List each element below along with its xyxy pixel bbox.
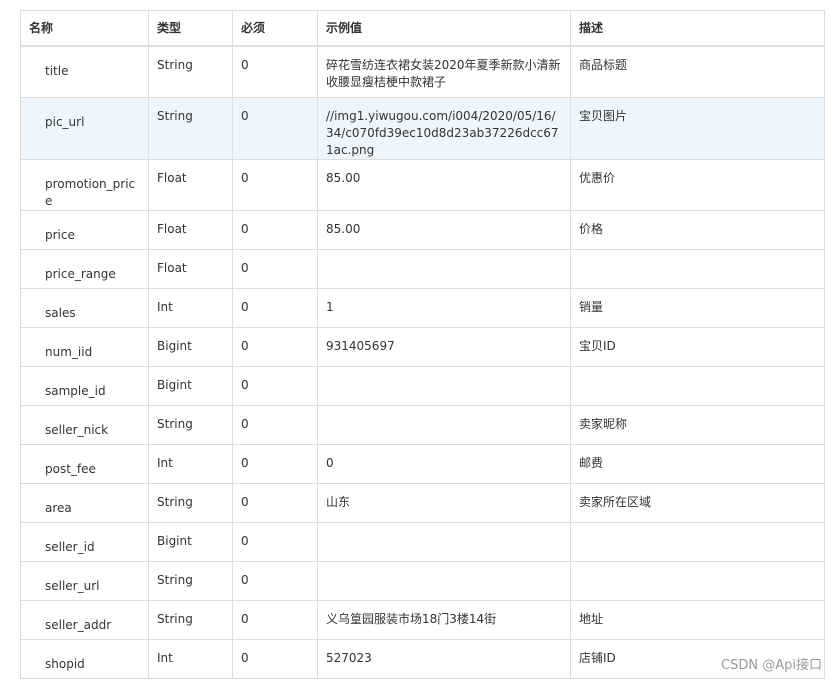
cell-required: 0 <box>232 326 318 367</box>
cell-type: String <box>148 482 233 523</box>
cell-type: String <box>148 45 233 98</box>
response-params-table: 名称 类型 必须 示例值 描述 title String 0 碎花雪纺连衣裙女装… <box>20 10 825 679</box>
table-row: sample_id Bigint 0 <box>20 365 825 406</box>
cell-type: Float <box>148 248 233 289</box>
cell-example <box>317 404 571 445</box>
cell-name: title <box>20 45 149 98</box>
cell-required: 0 <box>232 96 318 160</box>
header-type: 类型 <box>148 10 233 47</box>
table-row: sales Int 0 1 销量 <box>20 287 825 328</box>
cell-example: 山东 <box>317 482 571 523</box>
cell-required: 0 <box>232 521 318 562</box>
cell-description <box>570 560 825 601</box>
cell-required: 0 <box>232 482 318 523</box>
cell-name: promotion_price <box>20 158 149 211</box>
cell-name: area <box>20 482 149 523</box>
cell-description: 优惠价 <box>570 158 825 211</box>
cell-required: 0 <box>232 365 318 406</box>
cell-description <box>570 365 825 406</box>
cell-required: 0 <box>232 45 318 98</box>
table-row: title String 0 碎花雪纺连衣裙女装2020年夏季新款小清新收腰显瘦… <box>20 45 825 98</box>
cell-description: 地址 <box>570 599 825 640</box>
cell-name: sales <box>20 287 149 328</box>
header-name: 名称 <box>20 10 149 47</box>
cell-example: 931405697 <box>317 326 571 367</box>
cell-name: num_iid <box>20 326 149 367</box>
cell-type: String <box>148 96 233 160</box>
page: 名称 类型 必须 示例值 描述 title String 0 碎花雪纺连衣裙女装… <box>0 0 835 682</box>
table-row: price Float 0 85.00 价格 <box>20 209 825 250</box>
cell-description: 价格 <box>570 209 825 250</box>
cell-description: 商品标题 <box>570 45 825 98</box>
cell-type: Int <box>148 638 233 679</box>
header-example: 示例值 <box>317 10 571 47</box>
cell-example <box>317 560 571 601</box>
header-required: 必须 <box>232 10 318 47</box>
cell-description: 宝贝图片 <box>570 96 825 160</box>
cell-example: 碎花雪纺连衣裙女装2020年夏季新款小清新收腰显瘦桔梗中款裙子 <box>317 45 571 98</box>
cell-description <box>570 248 825 289</box>
header-description: 描述 <box>570 10 825 47</box>
cell-required: 0 <box>232 248 318 289</box>
cell-description: 卖家昵称 <box>570 404 825 445</box>
cell-type: String <box>148 599 233 640</box>
cell-type: Bigint <box>148 521 233 562</box>
table-header-row: 名称 类型 必须 示例值 描述 <box>20 10 825 47</box>
cell-required: 0 <box>232 158 318 211</box>
cell-description: 卖家所在区域 <box>570 482 825 523</box>
cell-name: seller_url <box>20 560 149 601</box>
table-row: price_range Float 0 <box>20 248 825 289</box>
cell-example: 527023 <box>317 638 571 679</box>
cell-name: price_range <box>20 248 149 289</box>
cell-name: post_fee <box>20 443 149 484</box>
cell-required: 0 <box>232 560 318 601</box>
cell-example: 85.00 <box>317 209 571 250</box>
table-row: post_fee Int 0 0 邮费 <box>20 443 825 484</box>
table-row: area String 0 山东 卖家所在区域 <box>20 482 825 523</box>
cell-example: 义乌篁园服装市场18门3楼14街 <box>317 599 571 640</box>
cell-example <box>317 521 571 562</box>
cell-type: Int <box>148 443 233 484</box>
cell-required: 0 <box>232 287 318 328</box>
csdn-watermark: CSDN @Api接口 <box>721 658 822 673</box>
cell-type: Float <box>148 209 233 250</box>
cell-description: 邮费 <box>570 443 825 484</box>
cell-type: String <box>148 560 233 601</box>
cell-required: 0 <box>232 638 318 679</box>
table-row: seller_url String 0 <box>20 560 825 601</box>
content-card: 名称 类型 必须 示例值 描述 title String 0 碎花雪纺连衣裙女装… <box>0 0 835 682</box>
table-row: promotion_price Float 0 85.00 优惠价 <box>20 158 825 211</box>
cell-type: Int <box>148 287 233 328</box>
table-row: seller_addr String 0 义乌篁园服装市场18门3楼14街 地址 <box>20 599 825 640</box>
cell-description: 宝贝ID <box>570 326 825 367</box>
cell-name: shopid <box>20 638 149 679</box>
cell-required: 0 <box>232 443 318 484</box>
cell-example: 1 <box>317 287 571 328</box>
cell-name: sample_id <box>20 365 149 406</box>
cell-description <box>570 521 825 562</box>
table-row-hovered[interactable]: pic_url String 0 //img1.yiwugou.com/i004… <box>20 96 825 160</box>
table-row: seller_nick String 0 卖家昵称 <box>20 404 825 445</box>
cell-example <box>317 248 571 289</box>
cell-description: 销量 <box>570 287 825 328</box>
cell-example <box>317 365 571 406</box>
cell-name: pic_url <box>20 96 149 160</box>
cell-name: seller_id <box>20 521 149 562</box>
cell-required: 0 <box>232 404 318 445</box>
table-row: seller_id Bigint 0 <box>20 521 825 562</box>
table-row: num_iid Bigint 0 931405697 宝贝ID <box>20 326 825 367</box>
cell-required: 0 <box>232 209 318 250</box>
cell-example: //img1.yiwugou.com/i004/2020/05/16/34/c0… <box>317 96 571 160</box>
cell-example: 0 <box>317 443 571 484</box>
cell-type: Float <box>148 158 233 211</box>
cell-name: seller_nick <box>20 404 149 445</box>
cell-name: seller_addr <box>20 599 149 640</box>
cell-name: price <box>20 209 149 250</box>
cell-type: Bigint <box>148 365 233 406</box>
cell-type: String <box>148 404 233 445</box>
cell-type: Bigint <box>148 326 233 367</box>
table-row: shopid Int 0 527023 店铺ID <box>20 638 825 679</box>
cell-required: 0 <box>232 599 318 640</box>
cell-example: 85.00 <box>317 158 571 211</box>
